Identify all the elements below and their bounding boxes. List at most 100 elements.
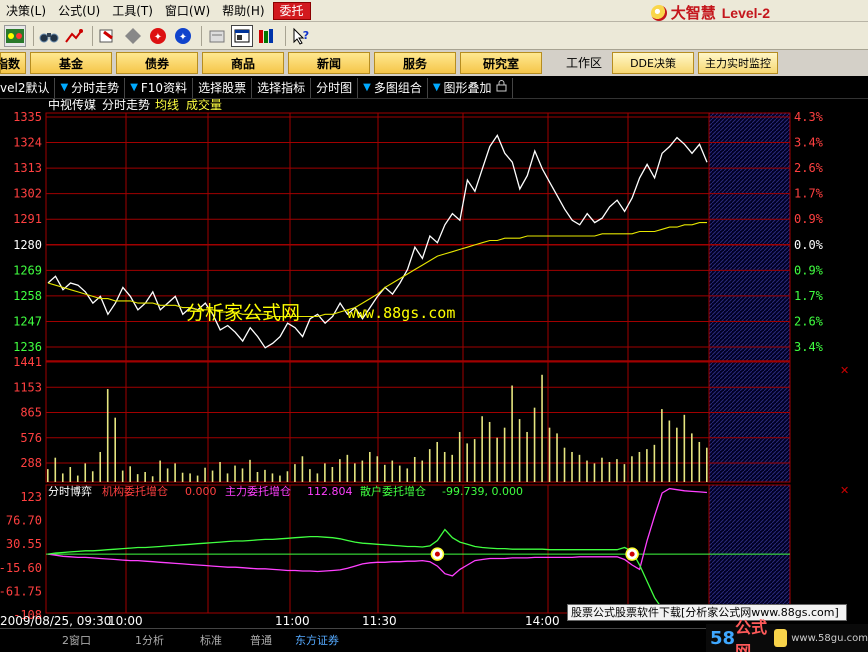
minute-chart-tab[interactable]: 分时图 xyxy=(311,77,359,98)
time-label: 14:00 xyxy=(525,614,560,628)
price-tick-right: 1.7% xyxy=(794,289,824,303)
menu-decision[interactable]: 决策(L) xyxy=(0,0,52,22)
volume-bar xyxy=(683,414,686,482)
window-icon[interactable] xyxy=(231,24,253,47)
download-banner[interactable]: 股票公式股票软件下载[分析家公式网www.88gs.com] xyxy=(567,604,847,621)
close-icon[interactable]: ✕ xyxy=(840,364,849,377)
books-icon[interactable] xyxy=(256,25,278,47)
volume-bar xyxy=(496,437,498,482)
signal-icon[interactable] xyxy=(63,25,85,47)
bond-label: 债券 xyxy=(144,56,169,71)
volume-tick: 1441 xyxy=(13,355,42,369)
menu-formula[interactable]: 公式(U) xyxy=(52,0,106,22)
toolbar-separator xyxy=(201,25,202,46)
volume-bar xyxy=(211,470,214,482)
research-label: 研究室 xyxy=(482,56,519,71)
volume-bar xyxy=(616,459,618,482)
multi-chart-label: 多图组合 xyxy=(373,80,422,95)
main-monitor-button[interactable]: 主力实时监控 xyxy=(698,52,779,74)
volume-tick: 288 xyxy=(20,456,42,470)
menu-entrust[interactable]: 委托 xyxy=(272,1,311,20)
sub-toolbar: vel2默认 ▼ 分时走势 ▼ F10资料 选择股票 选择指标 分时图 ▼ 多图组合 … xyxy=(0,77,868,99)
price-tick-right: 3.4% xyxy=(794,340,824,354)
fund-button[interactable]: 基金 xyxy=(30,52,112,74)
volume-bar xyxy=(391,460,394,482)
volume-bar xyxy=(309,469,311,482)
stock-pick-icon[interactable] xyxy=(97,25,119,47)
diamond-icon[interactable] xyxy=(122,25,144,47)
volume-bar xyxy=(533,407,536,482)
volume-bar xyxy=(668,420,671,482)
volume-bar xyxy=(324,463,326,482)
volume-bar xyxy=(383,464,386,482)
research-button[interactable]: 研究室 xyxy=(460,52,542,74)
intraday-chart[interactable]: 1335 1324 1313 1302 1291 1280 1269 1258 1247 1236… xyxy=(0,99,868,629)
commodity-label: 商品 xyxy=(230,56,255,71)
price-tick-left: 1291 xyxy=(13,212,42,226)
volume-bar xyxy=(631,456,633,482)
dde-button[interactable]: DDE决策 xyxy=(612,52,695,74)
index-button[interactable]: 指数 xyxy=(0,52,26,74)
price-tick-right: 1.7% xyxy=(794,187,824,201)
dropdown-arrow-icon: ▼ xyxy=(432,81,441,93)
volume-bar xyxy=(578,454,581,482)
menu-help[interactable]: 帮助(H) xyxy=(216,0,270,22)
minute-trend-tab[interactable]: ▼ 分时走势 xyxy=(55,77,126,98)
volume-bar xyxy=(571,451,573,482)
site-logo-num: 58 xyxy=(710,627,736,649)
volume-bar xyxy=(653,444,656,482)
status-tab-analysis[interactable]: 1分析 xyxy=(135,632,164,648)
chart-icon[interactable] xyxy=(4,24,26,47)
select-indicator-tab[interactable]: 选择指标 xyxy=(252,77,312,98)
status-tab-window[interactable]: 2窗口 xyxy=(62,632,91,648)
binoculars-icon[interactable] xyxy=(38,25,60,47)
level2-default[interactable]: vel2默认 xyxy=(0,77,56,98)
workspace-label[interactable]: 工作区 xyxy=(556,52,612,74)
menu-tools[interactable]: 工具(T) xyxy=(106,0,159,22)
lock-icon[interactable] xyxy=(496,78,507,98)
volume-bar xyxy=(698,441,701,482)
notepad-icon[interactable] xyxy=(206,25,228,47)
volume-bar xyxy=(413,456,416,482)
multi-chart-tab[interactable]: ▼ 多图组合 xyxy=(358,77,428,98)
status-tab-standard[interactable]: 标准 xyxy=(200,632,222,648)
volume-bar xyxy=(676,427,678,482)
help-pointer-icon[interactable]: ? xyxy=(290,25,312,47)
fund-label: 基金 xyxy=(58,56,83,71)
indicator-tick: 123 xyxy=(20,490,42,504)
volume-bar xyxy=(204,467,206,482)
volume-bar xyxy=(114,417,116,482)
site-logo-cn: 公式网 xyxy=(735,618,768,652)
status-tab-normal[interactable]: 普通 xyxy=(250,632,272,648)
volume-bar xyxy=(526,431,528,482)
volume-bar xyxy=(376,456,379,482)
select-stock-label: 选择股票 xyxy=(198,80,247,95)
volume-bar xyxy=(166,468,169,482)
red-circle-icon[interactable]: ✦ xyxy=(147,25,169,47)
price-tick-left: 1302 xyxy=(13,187,42,201)
indicator-inst-name: 机构委托增仓 xyxy=(102,484,168,498)
status-tab-broker[interactable]: 东方证券 xyxy=(295,632,339,648)
menu-window[interactable]: 窗口(W) xyxy=(159,0,216,22)
f10-tab[interactable]: ▼ F10资料 xyxy=(125,77,194,98)
bond-button[interactable]: 债券 xyxy=(116,52,198,74)
service-button[interactable]: 服务 xyxy=(374,52,456,74)
commodity-button[interactable]: 商品 xyxy=(202,52,284,74)
dropdown-arrow-icon: ▼ xyxy=(130,81,138,93)
volume-bar xyxy=(91,471,94,482)
close-icon[interactable]: ✕ xyxy=(840,484,849,497)
indicator-tick: -15.60 xyxy=(0,561,42,575)
overlay-tab[interactable]: ▼ 图形叠加 xyxy=(428,77,513,98)
blue-circle-icon[interactable]: ✦ xyxy=(172,25,194,47)
volume-bar xyxy=(106,389,109,482)
volume-bar xyxy=(451,454,453,482)
price-tick-right: 0.0% xyxy=(794,238,824,252)
dropdown-arrow-icon: ▼ xyxy=(60,81,69,93)
time-label: 11:30 xyxy=(362,614,397,628)
select-stock-tab[interactable]: 选择股票 xyxy=(193,77,253,98)
news-button[interactable]: 新闻 xyxy=(288,52,370,74)
toolbar-separator xyxy=(92,25,93,46)
volume-bar xyxy=(518,419,521,482)
volume-bar xyxy=(661,409,663,482)
volume-bar xyxy=(563,447,566,482)
